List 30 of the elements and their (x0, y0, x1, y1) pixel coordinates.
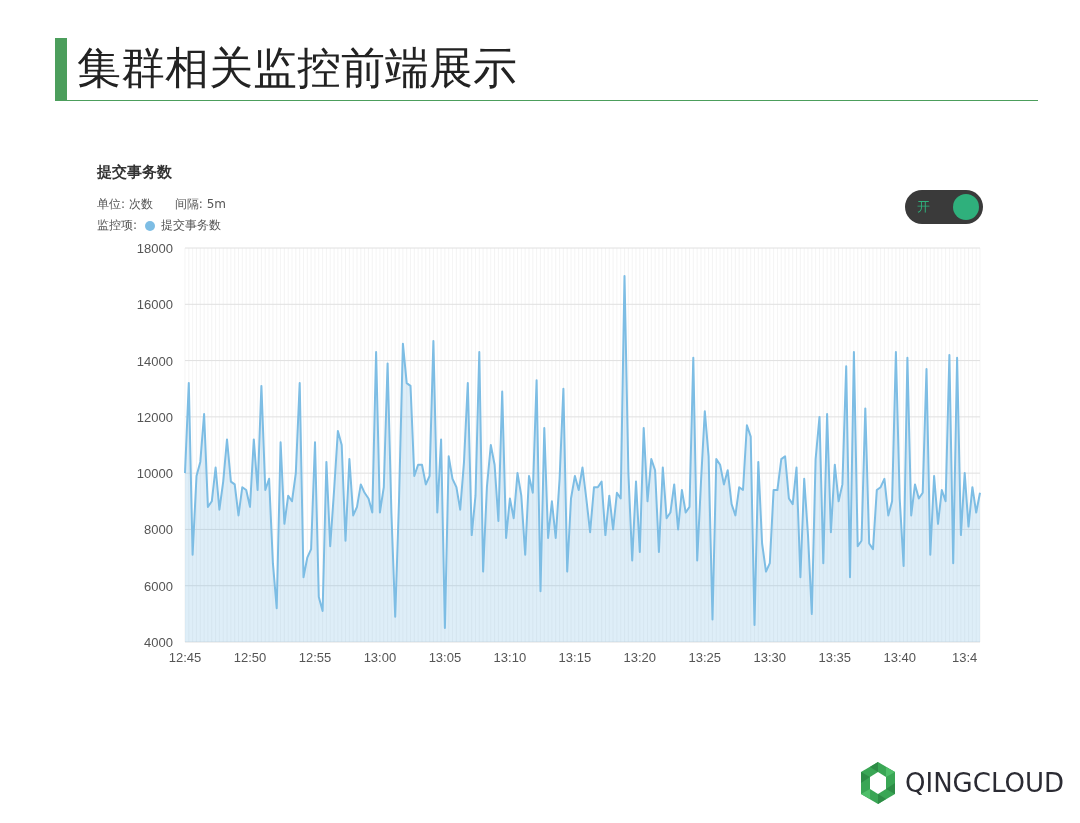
interval-label: 间隔: 5m (174, 196, 227, 213)
x-tick-label: 13:40 (883, 650, 916, 665)
y-tick-label: 12000 (136, 409, 173, 425)
y-tick-label: 14000 (136, 353, 173, 369)
logo-text: QINGCLOUD (905, 768, 1064, 798)
x-tick-label: 13:30 (753, 650, 787, 665)
x-tick-label: 12:55 (298, 650, 332, 665)
legend-item[interactable]: 提交事务数 (161, 217, 222, 234)
x-tick-label: 13:10 (493, 650, 527, 665)
y-tick-label: 8000 (144, 522, 173, 538)
x-tick-label: 12:45 (168, 650, 202, 665)
x-tick-label: 12:50 (233, 650, 267, 665)
unit-label: 单位: 次数 (97, 196, 153, 213)
toggle-switch[interactable]: 开 (905, 190, 983, 224)
x-tick-label: 13:15 (558, 650, 592, 665)
y-tick-label: 16000 (136, 297, 173, 313)
x-tick-label: 13:20 (623, 650, 657, 665)
x-tick-label: 13:00 (363, 650, 397, 665)
x-tick-label: 13:25 (688, 650, 722, 665)
x-tick-label: 13:05 (428, 650, 462, 665)
slide-title: 集群相关监控前端展示 (77, 41, 517, 95)
y-tick-label: 18000 (136, 241, 173, 256)
y-tick-label: 10000 (136, 466, 173, 482)
legend-label: 监控项: (97, 217, 138, 234)
x-tick-label: 13:35 (818, 650, 852, 665)
y-tick-label: 4000 (144, 635, 173, 650)
chart-title: 提交事务数 (97, 163, 173, 182)
logo-icon (859, 761, 898, 805)
x-tick-label: 13:4 (952, 650, 978, 665)
y-tick-label: 6000 (144, 578, 173, 594)
